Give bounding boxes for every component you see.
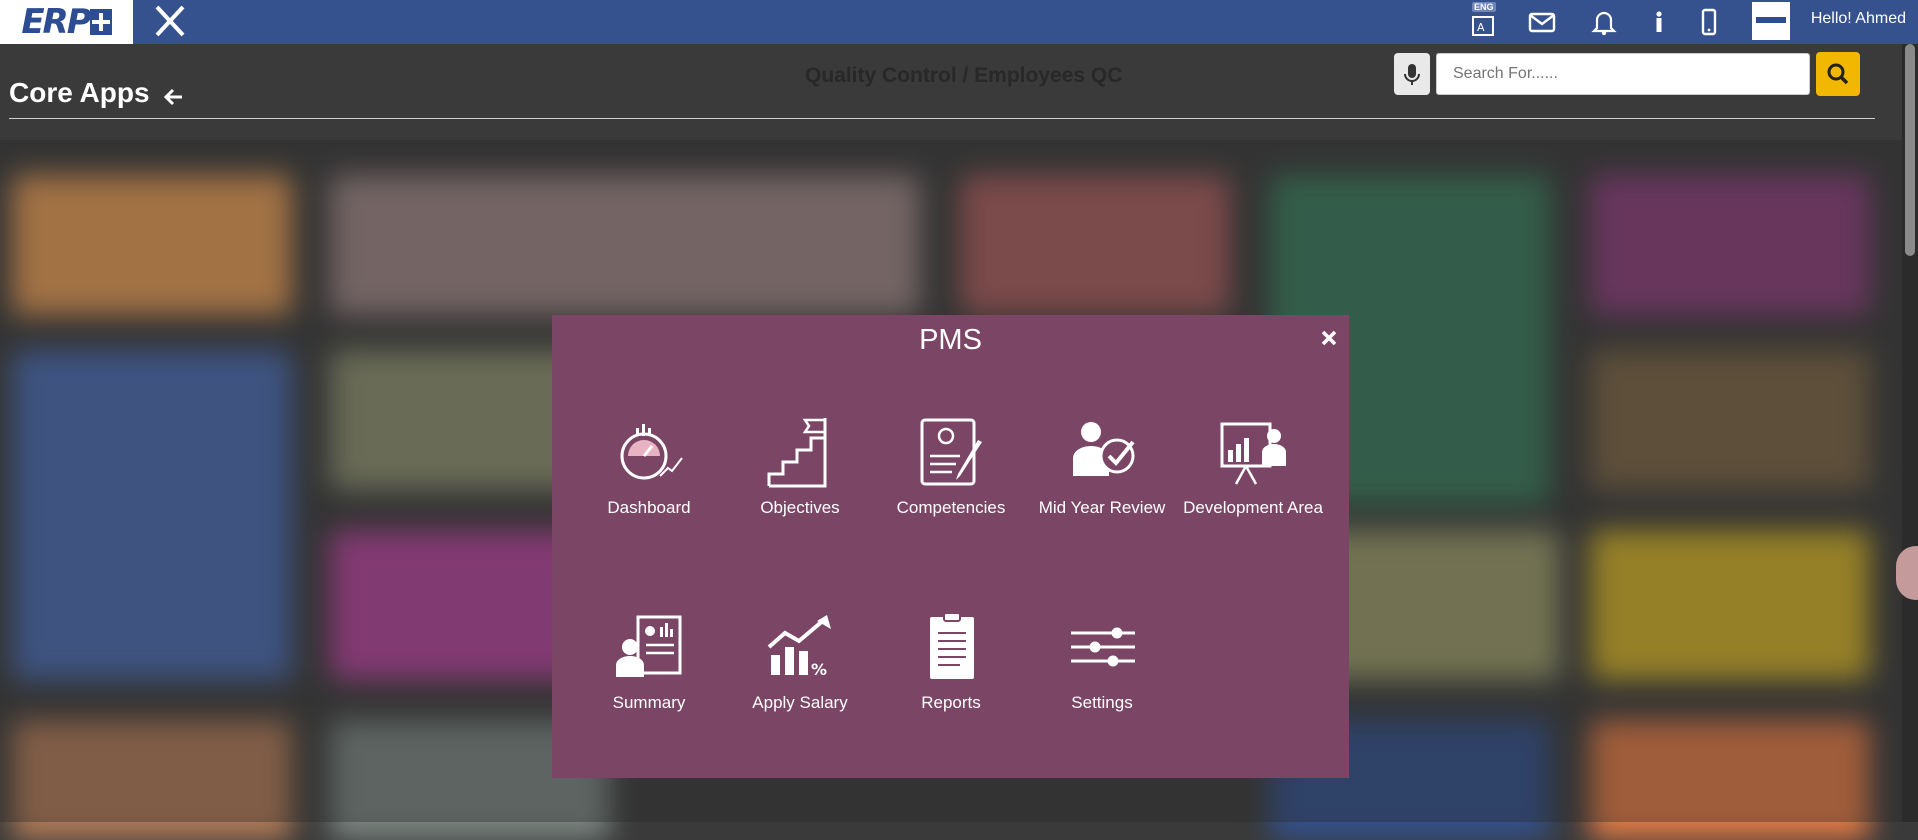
app-settings[interactable]: Settings bbox=[1027, 611, 1177, 741]
modal-title: PMS bbox=[919, 324, 982, 356]
development-area-icon bbox=[1220, 422, 1286, 485]
back-arrow-icon[interactable] bbox=[164, 87, 184, 107]
mail-icon[interactable] bbox=[1527, 7, 1557, 37]
svg-text:%: % bbox=[811, 660, 827, 679]
modal-close-icon[interactable] bbox=[1318, 327, 1340, 349]
app-label: Competencies bbox=[896, 498, 1006, 517]
close-menu-icon[interactable] bbox=[152, 2, 188, 40]
app-objectives[interactable]: Objectives bbox=[725, 416, 875, 546]
objectives-icon bbox=[767, 418, 827, 488]
app-reports[interactable]: Reports bbox=[876, 611, 1026, 741]
info-icon[interactable] bbox=[1644, 7, 1674, 37]
search-icon bbox=[1827, 63, 1849, 85]
greeting-text[interactable]: Hello! Ahmed bbox=[1811, 10, 1906, 28]
summary-icon bbox=[616, 615, 682, 677]
language-badge: ENG bbox=[1472, 2, 1496, 12]
app-label: Apply Salary bbox=[752, 693, 848, 712]
app-label: Summary bbox=[612, 693, 686, 712]
app-summary[interactable]: Summary bbox=[574, 611, 724, 741]
top-navigation-bar: ERP ENG A Hello! Ahmed bbox=[0, 0, 1918, 44]
logo-text: ERP bbox=[21, 2, 91, 42]
svg-text:A: A bbox=[1477, 21, 1485, 34]
app-label: Objectives bbox=[760, 498, 840, 517]
app-mid-year-review[interactable]: Mid Year Review bbox=[1027, 416, 1177, 546]
search-input[interactable] bbox=[1436, 53, 1810, 95]
voice-search-button[interactable] bbox=[1394, 53, 1430, 95]
logo-plus-icon bbox=[89, 9, 112, 35]
scrollbar-thumb[interactable] bbox=[1905, 44, 1915, 256]
page-title: Core Apps bbox=[9, 77, 150, 108]
settings-icon bbox=[1071, 627, 1135, 667]
app-competencies[interactable]: Competencies bbox=[876, 416, 1026, 546]
mid-year-review-icon bbox=[1073, 422, 1135, 476]
search-button[interactable] bbox=[1816, 52, 1860, 96]
avatar[interactable] bbox=[1752, 2, 1790, 40]
app-development-area[interactable]: Development Area bbox=[1178, 416, 1328, 546]
bell-icon[interactable] bbox=[1589, 7, 1619, 37]
app-label: Dashboard bbox=[607, 498, 691, 517]
breadcrumb: Quality Control / Employees QC bbox=[805, 64, 1123, 87]
app-dashboard[interactable]: Dashboard bbox=[574, 416, 724, 546]
app-label: Reports bbox=[921, 693, 981, 712]
erp-logo[interactable]: ERP bbox=[0, 0, 133, 44]
dashboard-icon bbox=[620, 424, 683, 480]
app-label: Settings bbox=[1071, 693, 1133, 712]
language-icon[interactable]: ENG A bbox=[1468, 2, 1500, 40]
competencies-icon bbox=[920, 418, 982, 486]
apply-salary-icon: % bbox=[767, 615, 831, 679]
app-label: Development Area bbox=[1183, 498, 1323, 517]
header-divider bbox=[9, 118, 1875, 119]
reports-icon bbox=[930, 612, 974, 679]
app-label: Mid Year Review bbox=[1038, 498, 1166, 517]
side-widget[interactable] bbox=[1896, 546, 1918, 600]
phone-icon[interactable] bbox=[1694, 7, 1724, 37]
microphone-icon bbox=[1404, 64, 1420, 85]
app-apply-salary[interactable]: % Apply Salary bbox=[725, 611, 875, 741]
